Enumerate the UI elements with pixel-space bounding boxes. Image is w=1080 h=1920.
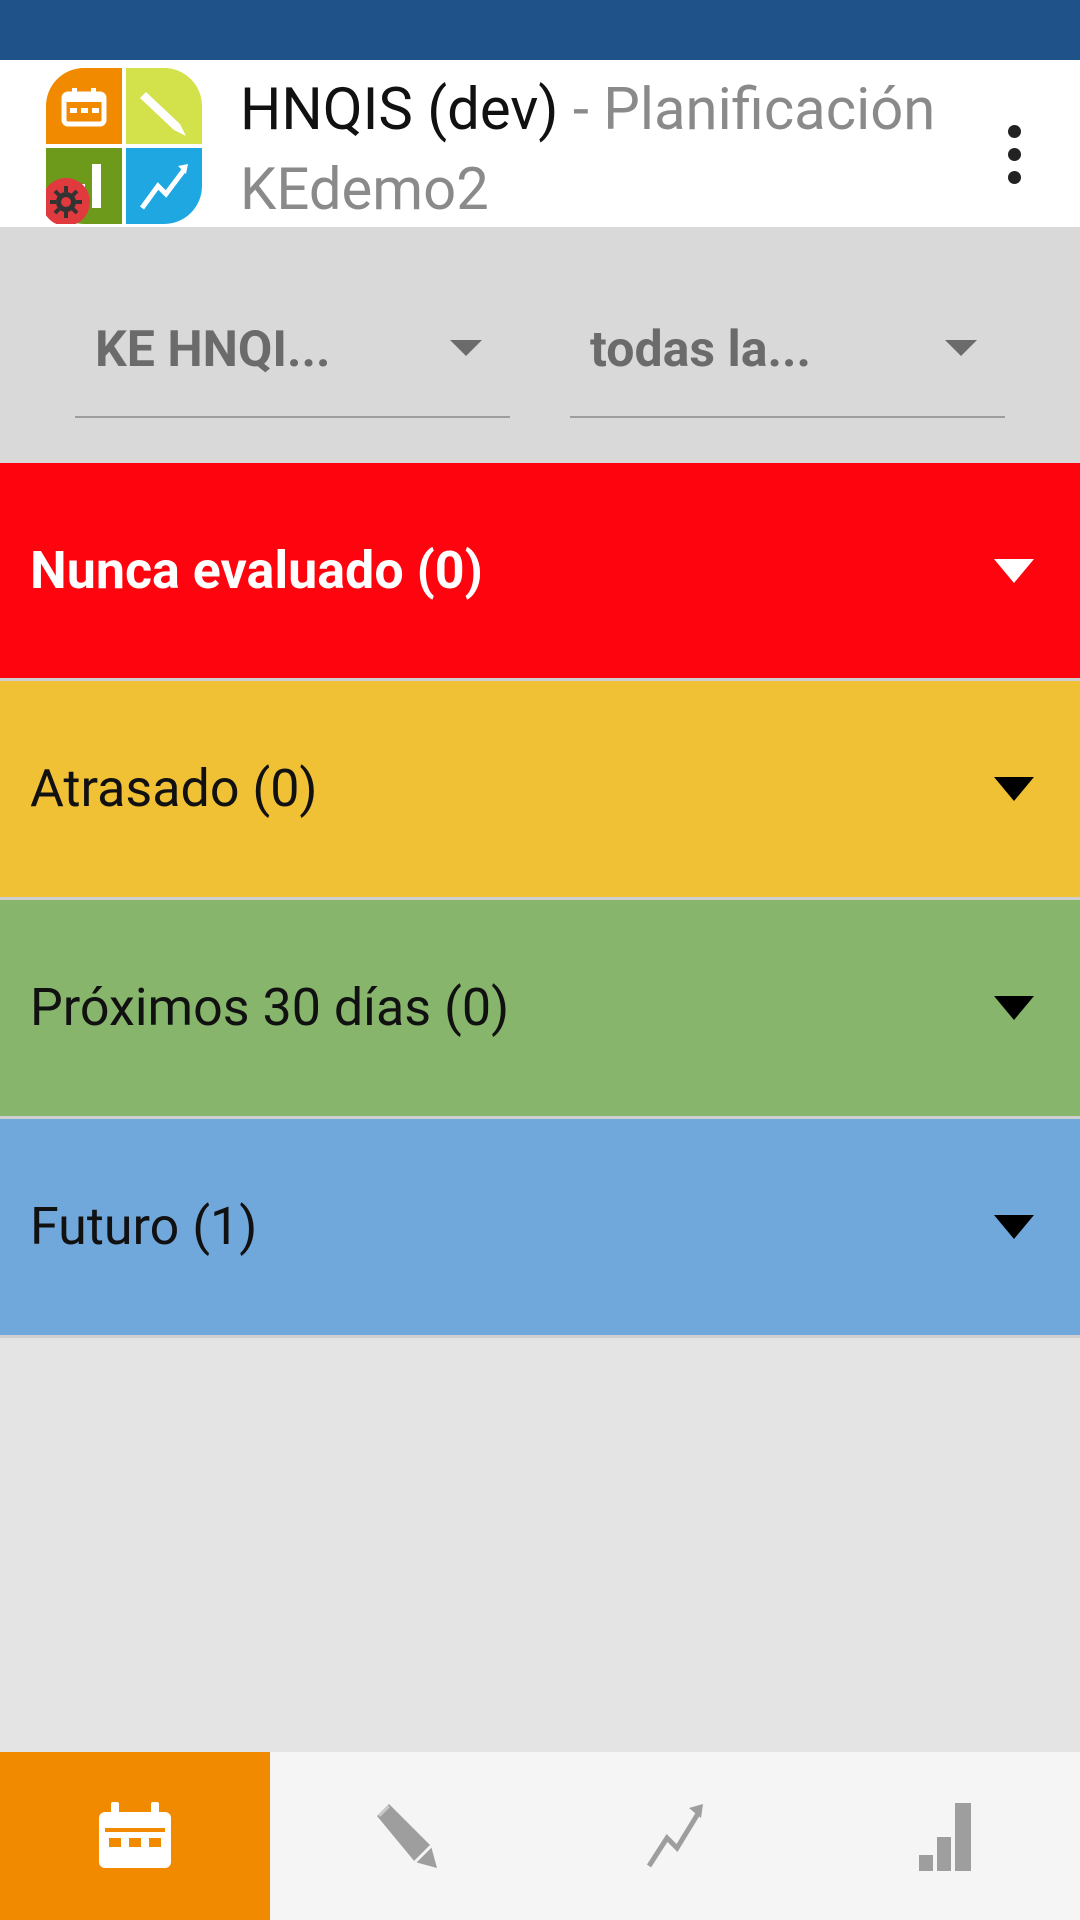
group-never-evaluated[interactable]: Nunca evaluado (0) [0,463,1080,680]
expand-arrow-icon [994,777,1034,801]
tab-improve[interactable] [540,1752,810,1920]
pencil-icon [377,1804,437,1868]
filter-area: KE HNQI... todas la... [0,227,1080,463]
menu-dot-icon [1007,170,1021,184]
divider [0,1335,1080,1338]
status-bar [0,0,1080,60]
program-spinner[interactable]: KE HNQI... [75,300,510,418]
program-spinner-value: KE HNQI... [95,321,331,379]
org-unit-spinner-value: todas la... [590,321,812,379]
group-overdue[interactable]: Atrasado (0) [0,681,1080,898]
group-next-30-days[interactable]: Próximos 30 días (0) [0,900,1080,1117]
section-title: - Planificación [558,76,936,144]
group-label: Próximos 30 días (0) [30,977,510,1038]
expand-arrow-icon [994,1215,1034,1239]
app-bar: HNQIS (dev) - Planificación KEdemo2 [0,60,1080,227]
expand-arrow-icon [994,996,1034,1020]
tab-planning[interactable] [0,1752,270,1920]
app-logo-icon[interactable] [46,68,202,224]
tab-monitor[interactable] [810,1752,1080,1920]
menu-dot-icon [1007,147,1021,161]
menu-dot-icon [1007,124,1021,138]
trend-icon [646,1804,703,1868]
group-label: Futuro (1) [30,1196,258,1257]
expand-arrow-icon [994,559,1034,583]
org-unit-spinner[interactable]: todas la... [570,300,1005,418]
overflow-menu-button[interactable] [984,110,1044,198]
group-label: Atrasado (0) [30,758,318,819]
dropdown-arrow-icon [450,340,482,356]
user-name: KEdemo2 [240,156,489,224]
calendar-icon [99,1802,171,1868]
bar-chart-icon [919,1803,971,1871]
dropdown-arrow-icon [945,340,977,356]
group-label: Nunca evaluado (0) [30,540,483,601]
group-future[interactable]: Futuro (1) [0,1119,1080,1336]
app-name: HNQIS (dev) [240,76,559,144]
bottom-nav [0,1752,1080,1920]
tab-assess[interactable] [270,1752,540,1920]
page-title: HNQIS (dev) - Planificación [240,64,935,156]
